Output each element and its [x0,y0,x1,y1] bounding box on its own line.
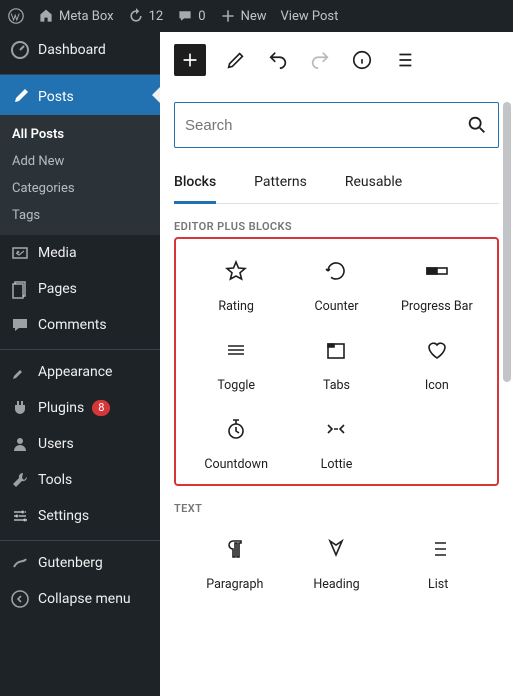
block-list[interactable]: List [387,537,489,592]
star-icon [224,259,248,283]
label: Pages [38,281,77,297]
section-text: TEXT [174,502,499,515]
label: Toggle [217,378,255,393]
view-post[interactable]: View Post [281,9,339,24]
comments-count: 0 [198,9,205,24]
tab-blocks[interactable]: Blocks [174,164,216,204]
sidebar-item-users[interactable]: Users [0,426,160,462]
text-blocks: Paragraph Heading List [174,517,499,592]
block-toggle[interactable]: Toggle [186,338,286,393]
sidebar-item-appearance[interactable]: Appearance [0,349,160,390]
redo-button[interactable] [308,48,332,72]
tab-reusable[interactable]: Reusable [345,164,402,203]
label: Tools [38,472,72,488]
label: Tabs [323,378,350,393]
new-content[interactable]: New [220,8,267,24]
editor-toolbar [160,32,513,88]
admin-bar: Meta Box 12 0 New View Post [0,0,513,32]
sidebar-item-gutenberg[interactable]: Gutenberg [0,540,160,581]
updates[interactable]: 12 [128,8,164,24]
label: Users [38,436,74,452]
block-counter[interactable]: Counter [286,259,386,314]
paragraph-icon [223,537,247,561]
tab-patterns[interactable]: Patterns [254,164,307,203]
sidebar-item-pages[interactable]: Pages [0,271,160,307]
label: Paragraph [206,577,263,592]
label: Comments [38,317,107,333]
block-inserter-button[interactable] [174,44,206,76]
label: Dashboard [38,42,106,58]
undo-button[interactable] [266,48,290,72]
block-paragraph[interactable]: Paragraph [184,537,286,592]
label: Icon [425,378,449,393]
scrollbar[interactable] [503,102,511,382]
sidebar-item-posts[interactable]: Posts [0,74,160,115]
posts-submenu: All Posts Add New Categories Tags [0,115,160,235]
editor-main: Blocks Patterns Reusable EDITOR PLUS BLO… [160,32,513,696]
progress-icon [425,259,449,283]
heart-icon [425,338,449,362]
heading-icon [324,537,348,561]
block-progress-bar[interactable]: Progress Bar [387,259,487,314]
block-tabs[interactable]: Tabs [286,338,386,393]
label: Counter [314,299,358,314]
section-editor-plus: EDITOR PLUS BLOCKS [174,220,499,233]
label: Gutenberg [38,555,103,571]
block-icon[interactable]: Icon [387,338,487,393]
search-icon [466,114,488,136]
label: Posts [38,89,74,105]
site-label: Meta Box [59,9,114,24]
sidebar-item-collapse[interactable]: Collapse menu [0,581,160,617]
countdown-icon [224,417,248,441]
plugins-badge: 8 [92,400,110,416]
edit-mode-button[interactable] [224,48,248,72]
submenu-add-new[interactable]: Add New [0,148,160,175]
label: List [428,577,448,592]
updates-count: 12 [149,9,164,24]
label: Media [38,245,77,261]
submenu-tags[interactable]: Tags [0,202,160,229]
lottie-icon [324,417,348,441]
label: Lottie [321,457,353,472]
label: Countdown [204,457,268,472]
sidebar-item-tools[interactable]: Tools [0,462,160,498]
site-name[interactable]: Meta Box [38,8,114,24]
view-label: View Post [281,9,339,24]
new-label: New [241,9,267,24]
toggle-icon [224,338,248,362]
label: Appearance [38,364,112,380]
wp-logo[interactable] [8,8,24,24]
sidebar-item-settings[interactable]: Settings [0,498,160,534]
search-input[interactable] [185,117,466,134]
tabs-icon [324,338,348,362]
sidebar-item-plugins[interactable]: Plugins 8 [0,390,160,426]
block-heading[interactable]: Heading [286,537,388,592]
admin-sidebar: Dashboard Posts All Posts Add New Catego… [0,32,160,696]
label: Collapse menu [38,591,131,607]
outline-button[interactable] [392,48,416,72]
search-field[interactable] [174,102,499,148]
block-lottie[interactable]: Lottie [286,417,386,472]
block-rating[interactable]: Rating [186,259,286,314]
sidebar-item-media[interactable]: Media [0,235,160,271]
counter-icon [324,259,348,283]
comments-bubble[interactable]: 0 [177,8,205,24]
label: Plugins [38,400,84,416]
submenu-categories[interactable]: Categories [0,175,160,202]
list-icon [426,537,450,561]
label: Heading [313,577,359,592]
label: Rating [218,299,254,314]
inserter-panel: Blocks Patterns Reusable EDITOR PLUS BLO… [160,88,513,696]
editor-plus-blocks: Rating Counter Progress Bar Toggle Tabs … [174,237,499,486]
submenu-all-posts[interactable]: All Posts [0,121,160,148]
sidebar-item-comments[interactable]: Comments [0,307,160,343]
sidebar-item-dashboard[interactable]: Dashboard [0,32,160,68]
label: Settings [38,508,89,524]
details-button[interactable] [350,48,374,72]
label: Progress Bar [401,299,473,314]
inserter-tabs: Blocks Patterns Reusable [174,164,499,204]
block-countdown[interactable]: Countdown [186,417,286,472]
